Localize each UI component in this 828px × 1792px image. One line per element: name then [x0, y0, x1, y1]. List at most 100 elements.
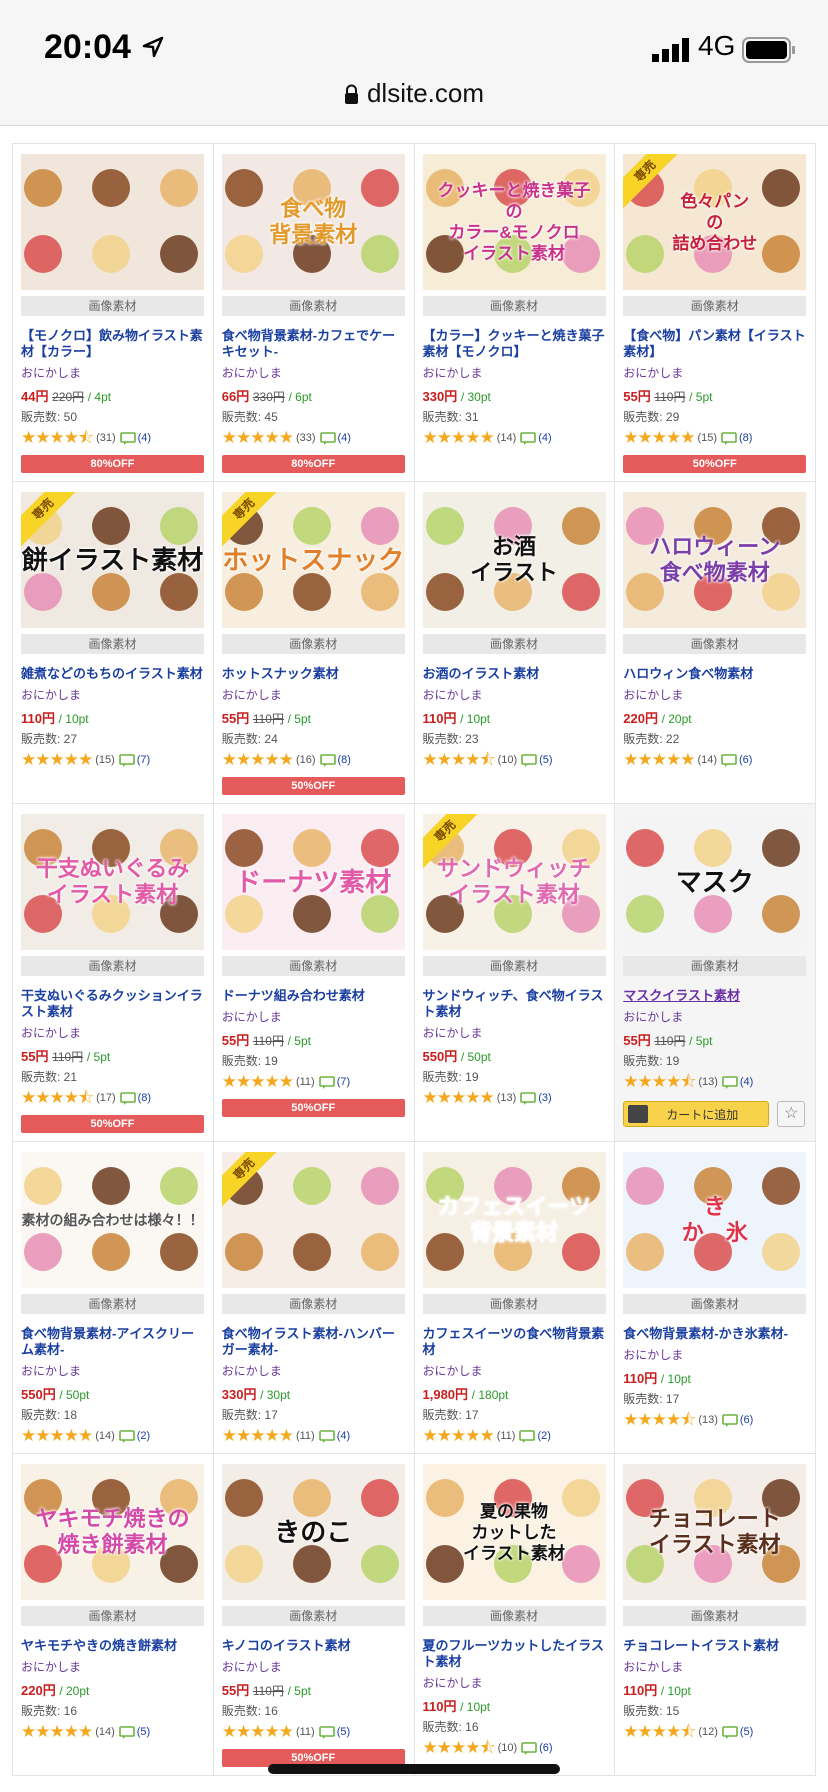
product-thumbnail[interactable]: マスク — [623, 814, 807, 950]
comment-count[interactable]: (4) — [538, 432, 551, 444]
product-thumbnail[interactable]: お酒 イラスト — [422, 492, 606, 628]
product-thumbnail[interactable]: チョコレート イラスト素材 — [623, 1464, 807, 1600]
product-thumbnail[interactable]: ドーナツ素材 — [221, 814, 405, 950]
maker-link[interactable]: おにかしま — [21, 1024, 205, 1041]
product-title-link[interactable]: 食べ物背景素材-カフェでケーキセット- — [222, 328, 406, 360]
product-card[interactable]: 食べ物 背景素材 画像素材 食べ物背景素材-カフェでケーキセット- おにかしま 66円 … — [213, 144, 415, 482]
product-card[interactable]: クッキーと焼き菓子 の カラー&モノクロ イラスト素材 画像素材 【カラー】クッキー… — [414, 144, 616, 482]
product-card[interactable]: マスク 画像素材 マスクイラスト素材 おにかしま 55円 110円 / 5pt 販売数: … — [615, 804, 816, 1142]
comment-count[interactable]: (2) — [137, 1430, 150, 1442]
product-card[interactable]: 干支ぬいぐるみ イラスト素材 画像素材 干支ぬいぐるみクッションイラスト素材 おにかし… — [13, 804, 214, 1142]
product-title-link[interactable]: キノコのイラスト素材 — [222, 1638, 406, 1654]
product-title-link[interactable]: ホットスナック素材 — [222, 666, 406, 682]
product-card[interactable]: ハロウィーン 食べ物素材 画像素材 ハロウィン食べ物素材 おにかしま 220円 / 20… — [615, 482, 816, 804]
product-thumbnail[interactable] — [21, 154, 204, 290]
product-thumbnail[interactable]: ハロウィーン 食べ物素材 — [623, 492, 807, 628]
product-title-link[interactable]: ハロウィン食べ物素材 — [623, 666, 807, 682]
maker-link[interactable]: おにかしま — [21, 364, 205, 381]
product-title-link[interactable]: 【カラー】クッキーと焼き菓子素材【モノクロ】 — [423, 328, 607, 360]
product-title-link[interactable]: マスクイラスト素材 — [623, 988, 807, 1004]
product-title-link[interactable]: ドーナツ組み合わせ素材 — [222, 988, 406, 1004]
maker-link[interactable]: おにかしま — [623, 686, 807, 703]
maker-link[interactable]: おにかしま — [423, 1024, 607, 1041]
comment-count[interactable]: (3) — [538, 1092, 551, 1104]
product-title-link[interactable]: 雑煮などのもちのイラスト素材 — [21, 666, 205, 682]
product-title-link[interactable]: 食べ物背景素材-アイスクリーム素材- — [21, 1326, 205, 1358]
product-thumbnail[interactable]: 餅イラスト素材 専売 — [21, 492, 204, 628]
maker-link[interactable]: おにかしま — [623, 1658, 807, 1675]
product-title-link[interactable]: お酒のイラスト素材 — [423, 666, 607, 682]
product-thumbnail[interactable]: 食べ物 背景素材 — [221, 154, 405, 290]
maker-link[interactable]: おにかしま — [423, 686, 607, 703]
address-bar[interactable]: dlsite.com — [0, 78, 828, 109]
product-card[interactable]: お酒 イラスト 画像素材 お酒のイラスト素材 おにかしま 110円 / 10pt 販売数:… — [414, 482, 616, 804]
product-thumbnail[interactable]: 素材の組み合わせは様々！！ — [21, 1152, 204, 1288]
comment-count[interactable]: (2) — [537, 1430, 550, 1442]
product-card[interactable]: 画像素材 【モノクロ】飲み物イラスト素材【カラー】 おにかしま 44円 220円 / … — [13, 144, 214, 482]
comment-count[interactable]: (4) — [338, 432, 351, 444]
maker-link[interactable]: おにかしま — [623, 364, 807, 381]
product-title-link[interactable]: 食べ物背景素材-かき氷素材- — [623, 1326, 807, 1342]
maker-link[interactable]: おにかしま — [222, 364, 406, 381]
product-thumbnail[interactable]: サンドウィッチ イラスト素材 専売 — [422, 814, 606, 950]
product-thumbnail[interactable]: 夏の果物 カットした イラスト素材 — [422, 1464, 606, 1600]
product-thumbnail[interactable]: き か 氷 — [623, 1152, 807, 1288]
product-card[interactable]: チョコレート イラスト素材 画像素材 チョコレートイラスト素材 おにかしま 110円 /… — [615, 1454, 816, 1776]
product-card[interactable]: ホットスナック 専売 画像素材 ホットスナック素材 おにかしま 55円 110円 / 5p… — [213, 482, 415, 804]
product-title-link[interactable]: サンドウィッチ、食べ物イラスト素材 — [423, 988, 607, 1020]
product-card[interactable]: 夏の果物 カットした イラスト素材 画像素材 夏のフルーツカットしたイラスト素材 おに… — [414, 1454, 616, 1776]
maker-link[interactable]: おにかしま — [423, 1674, 607, 1691]
comment-count[interactable]: (5) — [337, 1726, 350, 1738]
maker-link[interactable]: おにかしま — [222, 1658, 406, 1675]
product-title-link[interactable]: 干支ぬいぐるみクッションイラスト素材 — [21, 988, 205, 1020]
maker-link[interactable]: おにかしま — [21, 1658, 205, 1675]
maker-link[interactable]: おにかしま — [222, 686, 406, 703]
product-title-link[interactable]: ヤキモチやきの焼き餅素材 — [21, 1638, 205, 1654]
product-thumbnail[interactable]: ホットスナック 専売 — [221, 492, 405, 628]
product-thumbnail[interactable]: ヤキモチ焼きの 焼き餅素材 — [21, 1464, 204, 1600]
maker-link[interactable]: おにかしま — [222, 1362, 406, 1379]
comment-count[interactable]: (7) — [337, 1076, 350, 1088]
comment-count[interactable]: (7) — [137, 754, 150, 766]
product-thumbnail[interactable]: 色々パン の 詰め合わせ 専売 — [623, 154, 807, 290]
product-card[interactable]: 素材の組み合わせは様々！！ 画像素材 食べ物背景素材-アイスクリーム素材- おにかしま… — [13, 1142, 214, 1454]
maker-link[interactable]: おにかしま — [423, 1362, 607, 1379]
product-thumbnail[interactable]: クッキーと焼き菓子 の カラー&モノクロ イラスト素材 — [422, 154, 606, 290]
product-card[interactable]: ドーナツ素材 画像素材 ドーナツ組み合わせ素材 おにかしま 55円 110円 / 5pt… — [213, 804, 415, 1142]
maker-link[interactable]: おにかしま — [21, 1362, 205, 1379]
maker-link[interactable]: おにかしま — [623, 1008, 807, 1025]
product-title-link[interactable]: 【モノクロ】飲み物イラスト素材【カラー】 — [21, 328, 205, 360]
maker-link[interactable]: おにかしま — [21, 686, 205, 703]
product-card[interactable]: きのこ 画像素材 キノコのイラスト素材 おにかしま 55円 110円 / 5pt 販売数:… — [213, 1454, 415, 1776]
product-thumbnail[interactable]: きのこ — [221, 1464, 405, 1600]
product-thumbnail[interactable]: カフェスイーツ 背景素材 — [422, 1152, 606, 1288]
comment-count[interactable]: (8) — [338, 754, 351, 766]
product-title-link[interactable]: 食べ物イラスト素材-ハンバーガー素材- — [222, 1326, 406, 1358]
product-thumbnail[interactable]: 専売 — [221, 1152, 405, 1288]
maker-link[interactable]: おにかしま — [623, 1346, 807, 1363]
maker-link[interactable]: おにかしま — [222, 1008, 406, 1025]
comment-count[interactable]: (5) — [137, 1726, 150, 1738]
product-card[interactable]: カフェスイーツ 背景素材 画像素材 カフェスイーツの食べ物背景素材 おにかしま 1,98… — [414, 1142, 616, 1454]
comment-count[interactable]: (4) — [740, 1076, 753, 1088]
product-card[interactable]: 餅イラスト素材 専売 画像素材 雑煮などのもちのイラスト素材 おにかしま 110円 / 1… — [13, 482, 214, 804]
product-card[interactable]: 色々パン の 詰め合わせ 専売 画像素材 【食べ物】パン素材【イラスト素材】 おにかしま… — [615, 144, 816, 482]
comment-count[interactable]: (8) — [739, 432, 752, 444]
comment-count[interactable]: (8) — [138, 1092, 151, 1104]
comment-count[interactable]: (5) — [740, 1726, 753, 1738]
product-card[interactable]: 専売 画像素材 食べ物イラスト素材-ハンバーガー素材- おにかしま 330円 / 30p… — [213, 1142, 415, 1454]
product-title-link[interactable]: チョコレートイラスト素材 — [623, 1638, 807, 1654]
product-card[interactable]: き か 氷画像素材 食べ物背景素材-かき氷素材- おにかしま 110円 / 10pt 販… — [615, 1142, 816, 1454]
product-title-link[interactable]: カフェスイーツの食べ物背景素材 — [423, 1326, 607, 1358]
favorite-star-button[interactable]: ☆ — [777, 1101, 806, 1127]
comment-count[interactable]: (4) — [138, 432, 151, 444]
product-title-link[interactable]: 夏のフルーツカットしたイラスト素材 — [423, 1638, 607, 1670]
product-card[interactable]: サンドウィッチ イラスト素材 専売 画像素材 サンドウィッチ、食べ物イラスト素材 おにか… — [414, 804, 616, 1142]
product-title-link[interactable]: 【食べ物】パン素材【イラスト素材】 — [623, 328, 807, 360]
add-to-cart-button[interactable]: カートに追加 — [623, 1101, 770, 1127]
comment-count[interactable]: (5) — [539, 754, 552, 766]
comment-count[interactable]: (4) — [337, 1430, 350, 1442]
maker-link[interactable]: おにかしま — [423, 364, 607, 381]
comment-count[interactable]: (6) — [740, 1414, 753, 1426]
comment-count[interactable]: (6) — [539, 1742, 552, 1754]
